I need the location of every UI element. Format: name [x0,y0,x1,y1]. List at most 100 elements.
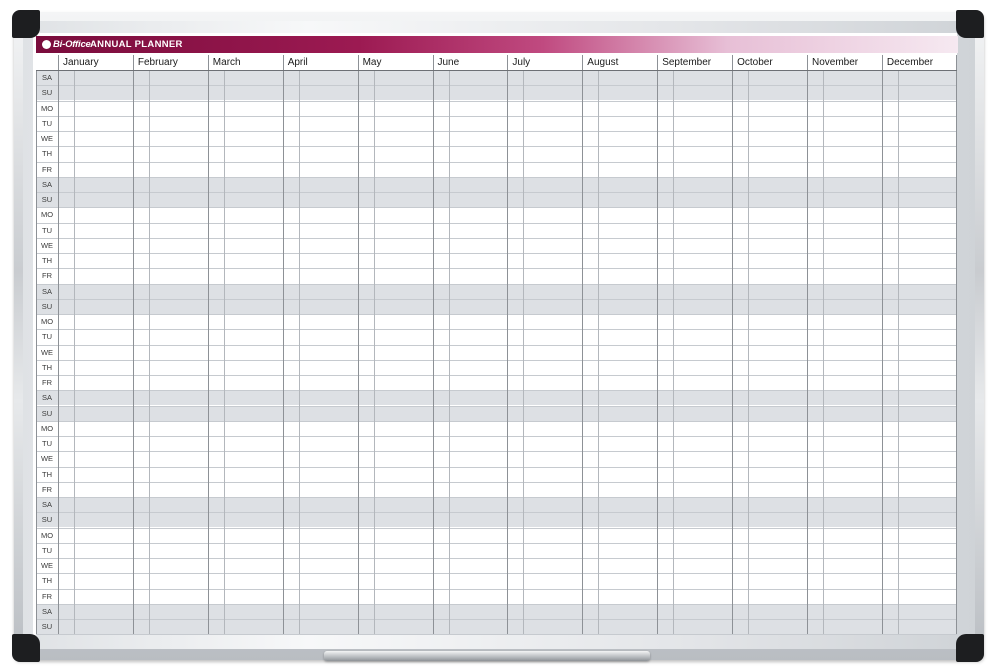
day-label: SU [41,195,53,204]
weekend-row-shade [36,512,957,528]
month-column-divider [807,55,808,635]
weekend-row-shade [36,390,957,406]
planner-banner: Bi-Office ANNUAL PLANNER [36,36,958,53]
day-label: WE [40,347,54,357]
date-column-divider [373,70,375,635]
weekend-row-shade [36,619,957,634]
day-label: SA [41,73,52,82]
weekend-row-shade [36,176,957,192]
header-divider [36,70,957,71]
day-label: FR [42,271,52,281]
row-divider [36,85,957,87]
month-header: December [881,55,957,70]
day-label: WE [40,134,54,143]
month-header: March [207,55,283,70]
day-label: TU [42,439,52,448]
month-header: June [432,55,508,70]
month-header: July [507,55,582,70]
row-divider [36,176,957,178]
month-header: April [282,55,358,70]
day-label: WE [40,561,54,570]
row-divider [36,390,957,392]
row-divider [36,253,957,254]
row-divider [36,131,957,132]
row-divider [36,329,957,331]
row-divider [36,405,957,407]
weekend-row-shade [36,283,957,299]
date-column-divider [673,70,675,635]
row-divider [36,512,957,514]
date-column-divider [74,70,75,635]
month-column-divider [507,55,509,635]
row-divider [36,283,957,285]
month-header: November [807,55,882,70]
row-divider [36,573,957,575]
date-column-divider [897,70,899,635]
month-column-divider [432,55,434,635]
day-label: MO [40,210,54,220]
row-divider [36,207,957,209]
date-column-divider [448,70,450,635]
day-label: SA [41,286,52,296]
day-label: SU [41,622,53,631]
row-divider [36,558,957,559]
row-divider [36,466,957,468]
month-column-divider [582,55,584,635]
row-divider [36,146,957,148]
row-divider [36,588,957,590]
day-label: WE [40,454,54,464]
row-divider [36,222,957,224]
row-divider [36,314,957,315]
date-column-divider [598,70,600,635]
row-divider [36,634,957,636]
logo-dot-icon [42,40,51,49]
brand-logo: Bi-Office [42,38,91,51]
month-header: May [357,55,433,70]
day-label: MO [40,317,54,326]
row-divider [36,375,957,376]
row-divider [36,436,957,437]
corner-cap-top-left [12,10,40,38]
day-label: TH [42,469,52,479]
date-column-divider [823,70,824,635]
day-label: MO [40,530,54,540]
row-divider [36,619,957,620]
date-column-divider [523,70,525,635]
day-label: SA [41,393,52,403]
row-divider [36,344,957,346]
month-column-divider [732,55,734,635]
day-label: TU [42,118,52,128]
date-column-divider [223,70,225,635]
row-divider [36,192,957,193]
row-divider [36,161,957,163]
month-column-divider [207,55,209,635]
date-column-divider [148,70,150,635]
row-divider [36,420,957,422]
row-divider [36,359,957,361]
corner-cap-bottom-left [12,634,40,662]
row-divider [36,268,957,270]
month-column-divider [657,55,659,635]
pen-tray[interactable] [324,651,650,661]
weekend-row-shade [36,298,957,314]
row-divider [36,497,957,498]
month-header: September [657,55,732,70]
date-column-divider [298,70,300,635]
day-label: MO [40,103,54,113]
month-column-divider [881,55,883,635]
month-column-divider [357,55,359,635]
day-label: WE [40,240,54,250]
grid-left-edge [36,70,37,635]
row-divider [36,100,957,102]
day-label: TH [42,576,52,586]
day-label: SA [41,500,52,509]
day-label: TU [42,332,52,342]
day-label: FR [42,591,52,601]
row-divider [36,542,957,544]
month-column-divider [282,55,284,635]
logo-text: Bi-Office [53,39,91,50]
day-label: SU [41,88,53,98]
month-column-divider [132,55,134,635]
day-label: FR [42,164,52,174]
day-label: SA [41,179,52,189]
